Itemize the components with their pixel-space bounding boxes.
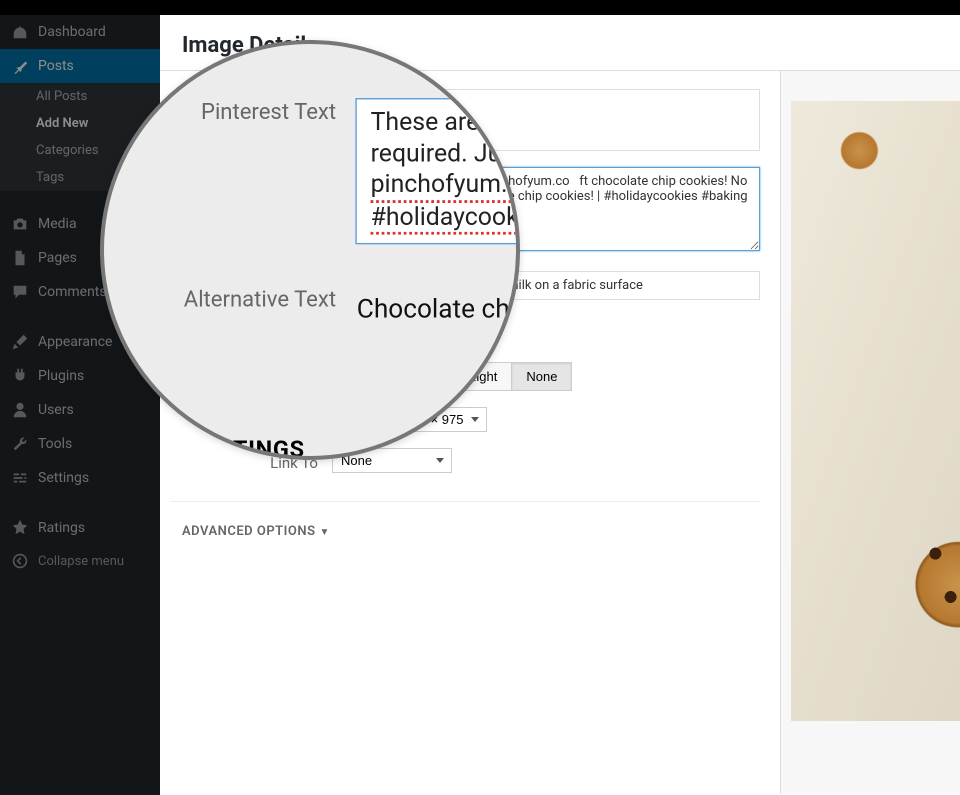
camera-icon — [10, 215, 30, 233]
user-icon — [10, 401, 30, 419]
modal-title: Image Details — [160, 15, 960, 70]
sidebar-item-dashboard[interactable]: Dashboard — [0, 15, 160, 49]
display-settings-heading: DISPLAY SETTINGS — [170, 308, 760, 354]
sidebar-item-label: Tools — [38, 436, 72, 452]
caption-field[interactable] — [332, 89, 760, 151]
submenu-tags[interactable]: Tags — [0, 164, 160, 191]
sidebar-item-settings[interactable]: Settings — [0, 461, 160, 495]
sidebar-item-label: Posts — [38, 58, 74, 74]
alt-text-input[interactable] — [332, 271, 760, 300]
sidebar-item-ratings[interactable]: Ratings — [0, 511, 160, 545]
sidebar-item-label: Comments — [38, 284, 107, 300]
align-none-button[interactable]: None — [512, 362, 572, 391]
submenu-all-posts[interactable]: All Posts — [0, 83, 160, 110]
image-preview[interactable] — [791, 101, 960, 721]
sidebar-item-label: Pages — [38, 250, 77, 266]
sidebar-item-plugins[interactable]: Plugins — [0, 359, 160, 393]
star-icon — [10, 519, 30, 537]
sidebar-item-label: Dashboard — [38, 24, 106, 40]
sidebar-item-posts[interactable]: Posts — [0, 49, 160, 83]
chevron-down-icon: ▼ — [320, 527, 330, 538]
sidebar-item-label: Collapse menu — [38, 554, 124, 569]
image-preview-pane — [780, 71, 960, 794]
dashboard-icon — [10, 23, 30, 41]
page-icon — [10, 249, 30, 267]
sidebar-item-comments[interactable]: Comments — [0, 275, 160, 309]
image-details-modal: Image Details Pinterest Text These are r… — [160, 15, 960, 795]
comment-icon — [10, 283, 30, 301]
collapse-icon — [10, 553, 30, 569]
submenu-categories[interactable]: Categories — [0, 137, 160, 164]
align-right-button[interactable]: Right — [452, 362, 512, 391]
sidebar-item-users[interactable]: Users — [0, 393, 160, 427]
pin-icon — [10, 57, 30, 75]
wrench-icon — [10, 435, 30, 453]
advanced-options-toggle[interactable]: ADVANCED OPTIONS▼ — [170, 501, 760, 539]
sidebar-item-label: Plugins — [38, 368, 84, 384]
sidebar-item-pages[interactable]: Pages — [0, 241, 160, 275]
sliders-icon — [10, 469, 30, 487]
posts-submenu: All Posts Add New Categories Tags — [0, 83, 160, 191]
sidebar-item-label: Ratings — [38, 520, 85, 536]
size-select[interactable]: Full Size – 600 × 975 — [332, 407, 487, 432]
brush-icon — [10, 333, 30, 351]
admin-sidebar: Dashboard Posts All Posts Add New Catego… — [0, 15, 160, 795]
sidebar-item-label: Media — [38, 216, 77, 232]
sidebar-item-label: Settings — [38, 470, 89, 486]
align-button-group: Right None — [452, 362, 760, 391]
sidebar-item-media[interactable]: Media — [0, 207, 160, 241]
sidebar-item-label: Appearance — [38, 334, 112, 350]
sidebar-item-appearance[interactable]: Appearance — [0, 325, 160, 359]
pinterest-label: Pinterest Text — [170, 167, 332, 191]
link-to-label: Link To — [170, 448, 332, 472]
sidebar-item-tools[interactable]: Tools — [0, 427, 160, 461]
link-to-select[interactable]: None — [332, 448, 452, 473]
sidebar-item-label: Users — [38, 402, 74, 418]
plug-icon — [10, 367, 30, 385]
alt-text-label: Alternative Text — [170, 271, 332, 295]
pinterest-text-input[interactable]: These are required. Just pinchofyum.co f… — [332, 167, 760, 251]
sidebar-collapse[interactable]: Collapse menu — [0, 545, 160, 577]
submenu-add-new[interactable]: Add New — [0, 110, 160, 137]
